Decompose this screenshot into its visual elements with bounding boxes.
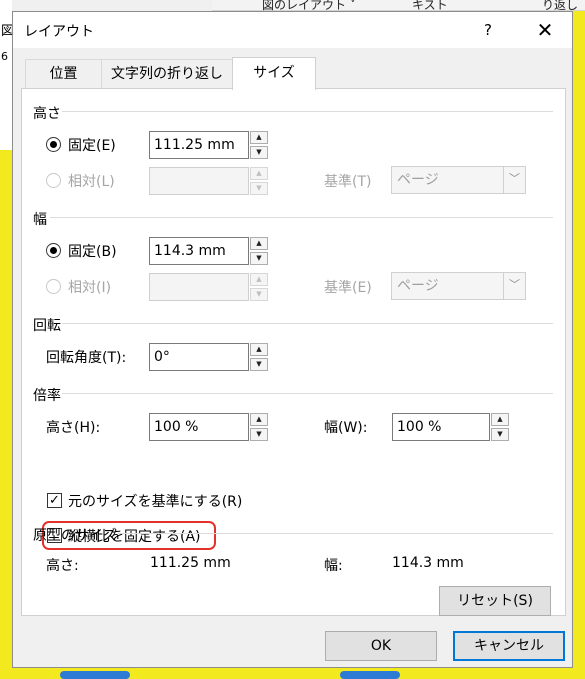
height-relative-radio[interactable]	[46, 173, 61, 188]
spin-down-icon[interactable]: ▼	[250, 182, 268, 195]
width-fixed-input[interactable]: 114.3 mm	[149, 237, 249, 265]
close-button[interactable]: ✕	[520, 15, 570, 45]
original-height-label: 高さ:	[46, 558, 79, 574]
spin-up-icon[interactable]: ▲	[250, 131, 268, 144]
height-relative-label: 相対(L)	[68, 174, 115, 190]
section-divider	[62, 393, 553, 394]
background-ribbon: 図のレイアウト ˅ キスト り返し	[212, 0, 585, 12]
dialog-title: レイアウト	[24, 24, 94, 40]
relative-original-label[interactable]: 元のサイズを基準にする(R)	[68, 491, 242, 511]
scale-height-label: 高さ(H):	[46, 420, 101, 436]
section-title-scale: 倍率	[33, 388, 61, 404]
background-document-yellow	[0, 150, 12, 679]
tab-text-wrapping[interactable]: 文字列の折り返し	[101, 59, 233, 88]
spin-down-icon[interactable]: ▼	[250, 252, 268, 265]
spin-down-icon[interactable]: ▼	[250, 428, 268, 441]
dialog-titlebar: レイアウト ? ✕	[13, 12, 572, 48]
scale-width-stepper[interactable]: ▲ ▼	[491, 413, 509, 441]
width-fixed-stepper[interactable]: ▲ ▼	[250, 237, 268, 265]
section-title-height: 高さ	[33, 106, 61, 122]
ok-button[interactable]: OK	[325, 631, 437, 661]
help-button[interactable]: ?	[465, 15, 511, 45]
reset-button[interactable]: リセット(S)	[439, 586, 551, 616]
spin-up-icon[interactable]: ▲	[491, 413, 509, 426]
spin-down-icon[interactable]: ▼	[250, 288, 268, 301]
rotation-angle-input[interactable]: 0°	[149, 343, 249, 371]
relative-original-checkbox[interactable]: ✓	[47, 493, 62, 508]
background-document-right	[573, 11, 585, 679]
chevron-down-icon: ﹀	[503, 273, 525, 299]
width-base-select[interactable]: ページ ﹀	[391, 272, 526, 300]
height-base-label: 基準(T)	[324, 174, 372, 190]
tab-position[interactable]: 位置	[25, 59, 102, 88]
height-fixed-label: 固定(E)	[68, 138, 116, 154]
spin-up-icon[interactable]: ▲	[250, 413, 268, 426]
scale-height-input[interactable]: 100 %	[149, 413, 249, 441]
width-relative-stepper[interactable]: ▲ ▼	[250, 273, 268, 301]
height-fixed-radio[interactable]	[46, 137, 61, 152]
original-width-label: 幅:	[324, 558, 343, 574]
spin-up-icon[interactable]: ▲	[250, 167, 268, 180]
section-divider	[118, 533, 553, 534]
width-relative-input[interactable]	[149, 273, 249, 301]
scale-height-stepper[interactable]: ▲ ▼	[250, 413, 268, 441]
spin-down-icon[interactable]: ▼	[250, 358, 268, 371]
spin-up-icon[interactable]: ▲	[250, 237, 268, 250]
width-base-label: 基準(E)	[324, 280, 372, 296]
size-tab-panel: 高さ 固定(E) 111.25 mm ▲ ▼ 相対(L) ▲ ▼ 基準(T) ペ…	[21, 88, 566, 616]
background-document-bottom	[0, 668, 585, 679]
background-shape	[60, 671, 130, 679]
section-divider	[50, 217, 553, 218]
spin-up-icon[interactable]: ▲	[250, 273, 268, 286]
width-fixed-radio[interactable]	[46, 243, 61, 258]
section-title-width: 幅	[33, 212, 47, 228]
cancel-button[interactable]: キャンセル	[453, 631, 565, 661]
layout-dialog: レイアウト ? ✕ 位置 文字列の折り返し サイズ 高さ 固定(E) 111.2…	[12, 11, 573, 668]
section-divider	[62, 323, 553, 324]
check-icon: ✓	[49, 493, 60, 508]
background-char: 6	[1, 50, 8, 63]
spin-up-icon[interactable]: ▲	[250, 343, 268, 356]
scale-width-label: 幅(W):	[324, 420, 368, 436]
width-relative-radio[interactable]	[46, 279, 61, 294]
chevron-down-icon: ﹀	[503, 167, 525, 193]
tab-size[interactable]: サイズ	[232, 57, 316, 90]
scale-width-input[interactable]: 100 %	[392, 413, 490, 441]
width-relative-label: 相対(I)	[68, 280, 112, 296]
section-divider	[62, 111, 553, 112]
section-title-rotation: 回転	[33, 318, 61, 334]
spin-down-icon[interactable]: ▼	[250, 146, 268, 159]
original-width-value: 114.3 mm	[392, 555, 464, 571]
height-fixed-stepper[interactable]: ▲ ▼	[250, 131, 268, 159]
rotation-angle-stepper[interactable]: ▲ ▼	[250, 343, 268, 371]
height-fixed-input[interactable]: 111.25 mm	[149, 131, 249, 159]
original-height-value: 111.25 mm	[150, 555, 231, 571]
height-relative-input[interactable]	[149, 167, 249, 195]
height-base-value: ページ	[397, 172, 439, 188]
width-fixed-label: 固定(B)	[68, 244, 117, 260]
height-base-select[interactable]: ページ ﹀	[391, 166, 526, 194]
width-base-value: ページ	[397, 278, 439, 294]
height-relative-stepper[interactable]: ▲ ▼	[250, 167, 268, 195]
section-title-original-size: 原型のサイズ	[33, 528, 117, 544]
spin-down-icon[interactable]: ▼	[491, 428, 509, 441]
background-shape	[340, 671, 400, 679]
rotation-angle-label: 回転角度(T):	[46, 350, 127, 366]
